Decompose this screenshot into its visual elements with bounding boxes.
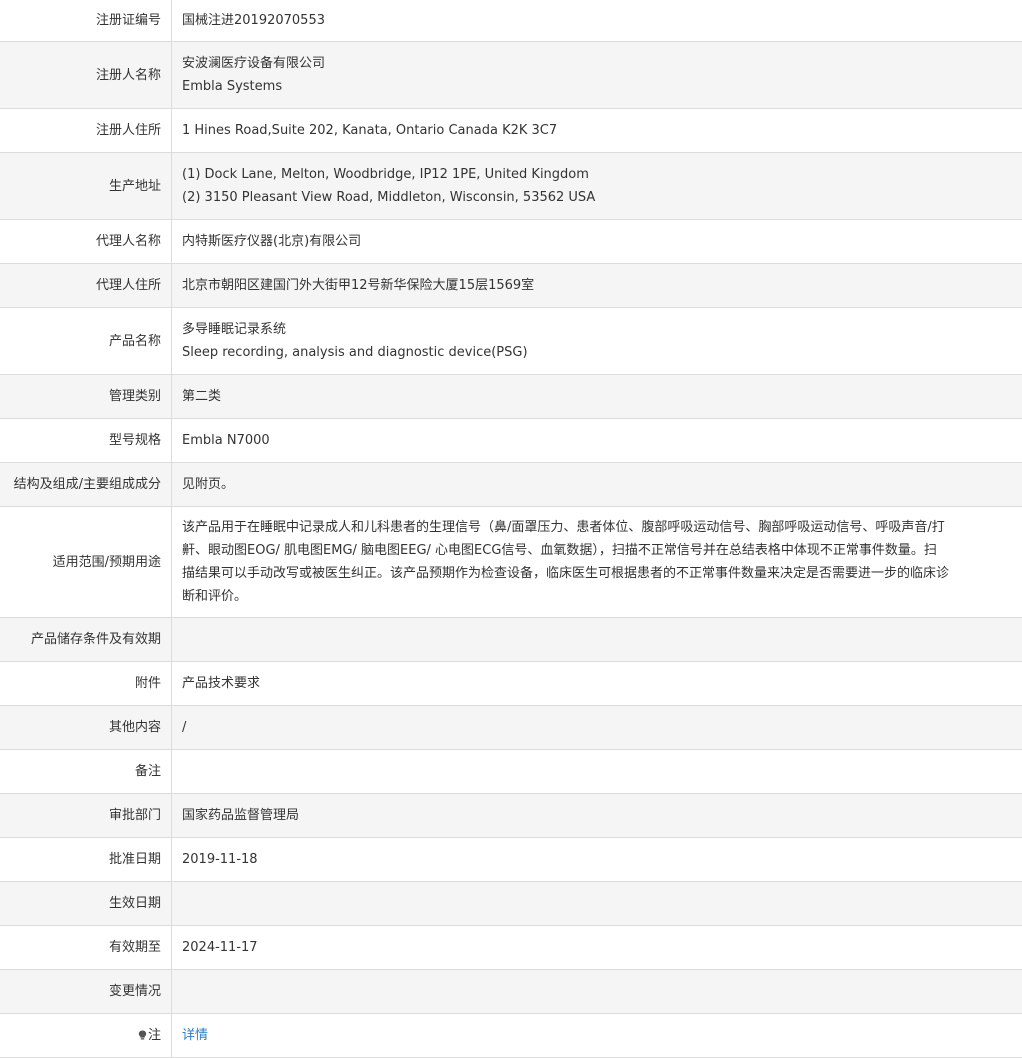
field-label: 生产地址 (0, 153, 172, 220)
field-label: 代理人住所 (0, 264, 172, 308)
registration-record-table: 注册证编号 国械注进20192070553 注册人名称 安波澜医疗设备有限公司 … (0, 0, 1022, 1058)
field-value: 2024-11-17 (172, 926, 1022, 970)
field-label: 适用范围/预期用途 (0, 507, 172, 618)
row-other-content: 其他内容 / (0, 706, 1022, 750)
row-registrant-address: 注册人住所 1 Hines Road,Suite 202, Kanata, On… (0, 109, 1022, 153)
field-value (172, 750, 1022, 794)
field-value: 国械注进20192070553 (172, 0, 1022, 42)
field-value (172, 970, 1022, 1014)
field-value: 内特斯医疗仪器(北京)有限公司 (172, 220, 1022, 264)
field-value: 1 Hines Road,Suite 202, Kanata, Ontario … (172, 109, 1022, 153)
field-value: 该产品用于在睡眠中记录成人和儿科患者的生理信号（鼻/面罩压力、患者体位、腹部呼吸… (172, 507, 1022, 618)
field-label: 代理人名称 (0, 220, 172, 264)
field-value (172, 618, 1022, 662)
row-intended-use: 适用范围/预期用途 该产品用于在睡眠中记录成人和儿科患者的生理信号（鼻/面罩压力… (0, 507, 1022, 618)
field-label: 产品名称 (0, 308, 172, 375)
row-attachment: 附件 产品技术要求 (0, 662, 1022, 706)
field-value: 产品技术要求 (172, 662, 1022, 706)
row-agent-name: 代理人名称 内特斯医疗仪器(北京)有限公司 (0, 220, 1022, 264)
field-label: 附件 (0, 662, 172, 706)
field-label: 批准日期 (0, 838, 172, 882)
lightbulb-icon (138, 1030, 147, 1040)
field-label: 注册人名称 (0, 42, 172, 109)
row-model-spec: 型号规格 Embla N7000 (0, 419, 1022, 463)
row-storage-validity: 产品储存条件及有效期 (0, 618, 1022, 662)
field-value: (1) Dock Lane, Melton, Woodbridge, IP12 … (172, 153, 1022, 220)
row-remarks: 备注 (0, 750, 1022, 794)
field-label: 生效日期 (0, 882, 172, 926)
field-label: 备注 (0, 750, 172, 794)
field-value: 详情 (172, 1014, 1022, 1058)
note-label: 注 (148, 1028, 161, 1043)
row-production-address: 生产地址 (1) Dock Lane, Melton, Woodbridge, … (0, 153, 1022, 220)
row-product-name: 产品名称 多导睡眠记录系统 Sleep recording, analysis … (0, 308, 1022, 375)
field-value: 多导睡眠记录系统 Sleep recording, analysis and d… (172, 308, 1022, 375)
row-agent-address: 代理人住所 北京市朝阳区建国门外大街甲12号新华保险大厦15层1569室 (0, 264, 1022, 308)
field-value: / (172, 706, 1022, 750)
field-value (172, 882, 1022, 926)
field-label: 结构及组成/主要组成成分 (0, 463, 172, 507)
field-value: 国家药品监督管理局 (172, 794, 1022, 838)
row-change-history: 变更情况 (0, 970, 1022, 1014)
field-value: 第二类 (172, 375, 1022, 419)
row-note: 注 详情 (0, 1014, 1022, 1058)
field-label: 注册人住所 (0, 109, 172, 153)
field-label: 产品储存条件及有效期 (0, 618, 172, 662)
details-link[interactable]: 详情 (182, 1028, 208, 1043)
field-value: Embla N7000 (172, 419, 1022, 463)
field-label: 其他内容 (0, 706, 172, 750)
row-registrant-name: 注册人名称 安波澜医疗设备有限公司 Embla Systems (0, 42, 1022, 109)
row-structure-composition: 结构及组成/主要组成成分 见附页。 (0, 463, 1022, 507)
row-management-category: 管理类别 第二类 (0, 375, 1022, 419)
row-approval-department: 审批部门 国家药品监督管理局 (0, 794, 1022, 838)
field-value: 2019-11-18 (172, 838, 1022, 882)
field-value: 北京市朝阳区建国门外大街甲12号新华保险大厦15层1569室 (172, 264, 1022, 308)
field-value: 安波澜医疗设备有限公司 Embla Systems (172, 42, 1022, 109)
row-valid-until: 有效期至 2024-11-17 (0, 926, 1022, 970)
field-label: 变更情况 (0, 970, 172, 1014)
field-label: 审批部门 (0, 794, 172, 838)
field-label: 有效期至 (0, 926, 172, 970)
row-approval-date: 批准日期 2019-11-18 (0, 838, 1022, 882)
row-effective-date: 生效日期 (0, 882, 1022, 926)
row-registration-number: 注册证编号 国械注进20192070553 (0, 0, 1022, 42)
field-label: 管理类别 (0, 375, 172, 419)
field-label: 型号规格 (0, 419, 172, 463)
field-value: 见附页。 (172, 463, 1022, 507)
field-label: 注 (0, 1014, 172, 1058)
field-label: 注册证编号 (0, 0, 172, 42)
